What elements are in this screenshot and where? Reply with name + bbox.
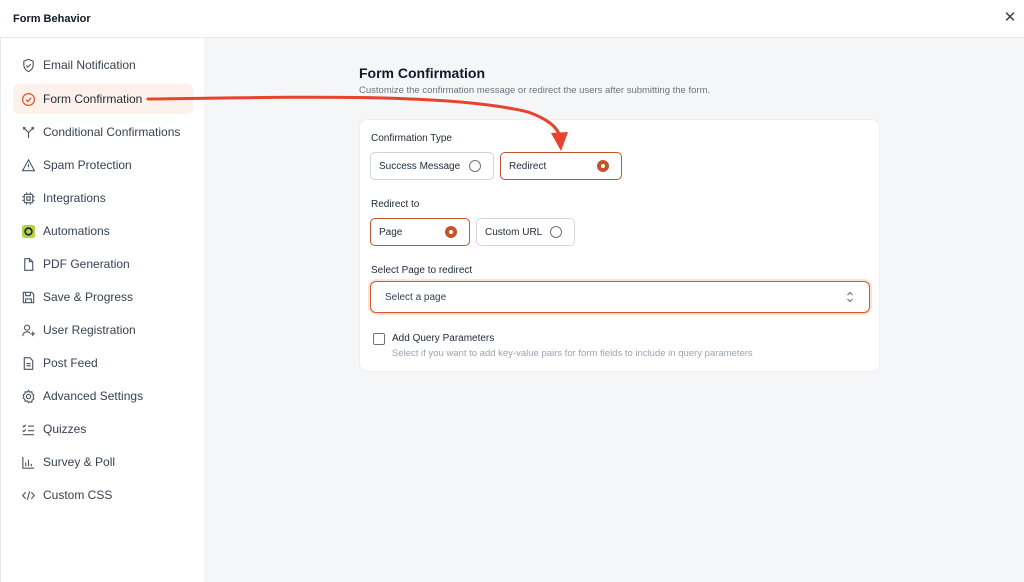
option-redirect[interactable]: Redirect — [500, 152, 622, 180]
floppy-icon — [20, 289, 36, 305]
sidebar-item-label: PDF Generation — [43, 257, 130, 271]
sidebar-item-form-confirmation[interactable]: Form Confirmation — [13, 84, 193, 114]
select-page-placeholder: Select a page — [385, 291, 447, 303]
option-label: Custom URL — [485, 226, 543, 238]
sidebar-item-label: User Registration — [43, 323, 136, 337]
sidebar-item-pdf-generation[interactable]: PDF Generation — [13, 249, 193, 279]
sidebar-item-label: Automations — [43, 224, 110, 238]
shield-check-icon — [20, 57, 36, 73]
sidebar-item-label: Advanced Settings — [43, 389, 144, 403]
sidebar-item-integrations[interactable]: Integrations — [13, 183, 193, 213]
radio-success-message[interactable] — [469, 160, 481, 172]
sidebar-item-custom-css[interactable]: Custom CSS — [13, 480, 193, 510]
sidebar-item-label: Post Feed — [43, 356, 98, 370]
main-content: Form Confirmation Customize the confirma… — [204, 38, 1024, 582]
sidebar-item-label: Save & Progress — [43, 290, 134, 304]
confirmation-type-label: Confirmation Type — [371, 133, 452, 144]
sidebar-item-label: Conditional Confirmations — [43, 125, 181, 139]
file-icon — [20, 256, 36, 272]
option-custom-url[interactable]: Custom URL — [476, 218, 575, 246]
checklist-icon — [20, 421, 36, 437]
sidebar-item-label: Email Notification — [43, 58, 136, 72]
chip-icon — [20, 190, 36, 206]
option-label: Page — [379, 226, 403, 238]
query-params-checkbox[interactable] — [373, 333, 385, 345]
radio-page[interactable] — [445, 226, 457, 238]
modal-title: Form Behavior — [13, 12, 91, 25]
sidebar-item-quizzes[interactable]: Quizzes — [13, 414, 193, 444]
page-title: Form Confirmation — [359, 65, 485, 81]
confirmation-settings-card: Confirmation Type Success Message Redire… — [359, 119, 880, 372]
bar-chart-icon — [20, 454, 36, 470]
user-plus-icon — [20, 322, 36, 338]
page-subtitle: Customize the confirmation message or re… — [359, 85, 711, 96]
sidebar-item-label: Form Confirmation — [43, 92, 143, 106]
sidebar-item-label: Quizzes — [43, 422, 87, 436]
sidebar-item-automations[interactable]: Automations — [13, 216, 193, 246]
sidebar-item-label: Integrations — [43, 191, 106, 205]
sidebar-item-advanced-settings[interactable]: Advanced Settings — [13, 381, 193, 411]
sidebar: Email Notification Form Confirmation Con… — [0, 38, 204, 582]
sidebar-item-post-feed[interactable]: Post Feed — [13, 348, 193, 378]
query-params-label: Add Query Parameters — [392, 333, 495, 344]
sidebar-item-survey-poll[interactable]: Survey & Poll — [13, 447, 193, 477]
branch-icon — [20, 124, 36, 140]
sidebar-item-email-notification[interactable]: Email Notification — [13, 50, 193, 80]
check-circle-icon — [20, 91, 36, 107]
sidebar-item-label: Survey & Poll — [43, 455, 116, 469]
sidebar-item-spam-protection[interactable]: Spam Protection — [13, 150, 193, 180]
chevron-up-down-icon — [847, 291, 853, 303]
select-page-label: Select Page to redirect — [371, 265, 473, 276]
redirect-to-label: Redirect to — [371, 199, 420, 210]
radio-custom-url[interactable] — [550, 226, 562, 238]
close-icon[interactable]: ✕ — [1002, 10, 1018, 26]
warning-triangle-icon — [20, 157, 36, 173]
gear-icon — [20, 388, 36, 404]
sidebar-item-label: Spam Protection — [43, 158, 132, 172]
radio-redirect[interactable] — [597, 160, 609, 172]
sidebar-item-conditional-confirmations[interactable]: Conditional Confirmations — [13, 117, 193, 147]
option-label: Redirect — [509, 160, 547, 172]
query-params-help: Select if you want to add key-value pair… — [392, 348, 753, 359]
option-page[interactable]: Page — [370, 218, 470, 246]
sidebar-item-save-progress[interactable]: Save & Progress — [13, 282, 193, 312]
automation-icon — [20, 223, 36, 239]
sidebar-item-user-registration[interactable]: User Registration — [13, 315, 193, 345]
document-icon — [20, 355, 36, 371]
sidebar-item-label: Custom CSS — [43, 488, 113, 502]
option-success-message[interactable]: Success Message — [370, 152, 494, 180]
option-label: Success Message — [379, 160, 461, 172]
code-icon — [20, 487, 36, 503]
modal-header: Form Behavior ✕ — [0, 0, 1024, 38]
select-page-dropdown[interactable]: Select a page — [370, 281, 870, 313]
